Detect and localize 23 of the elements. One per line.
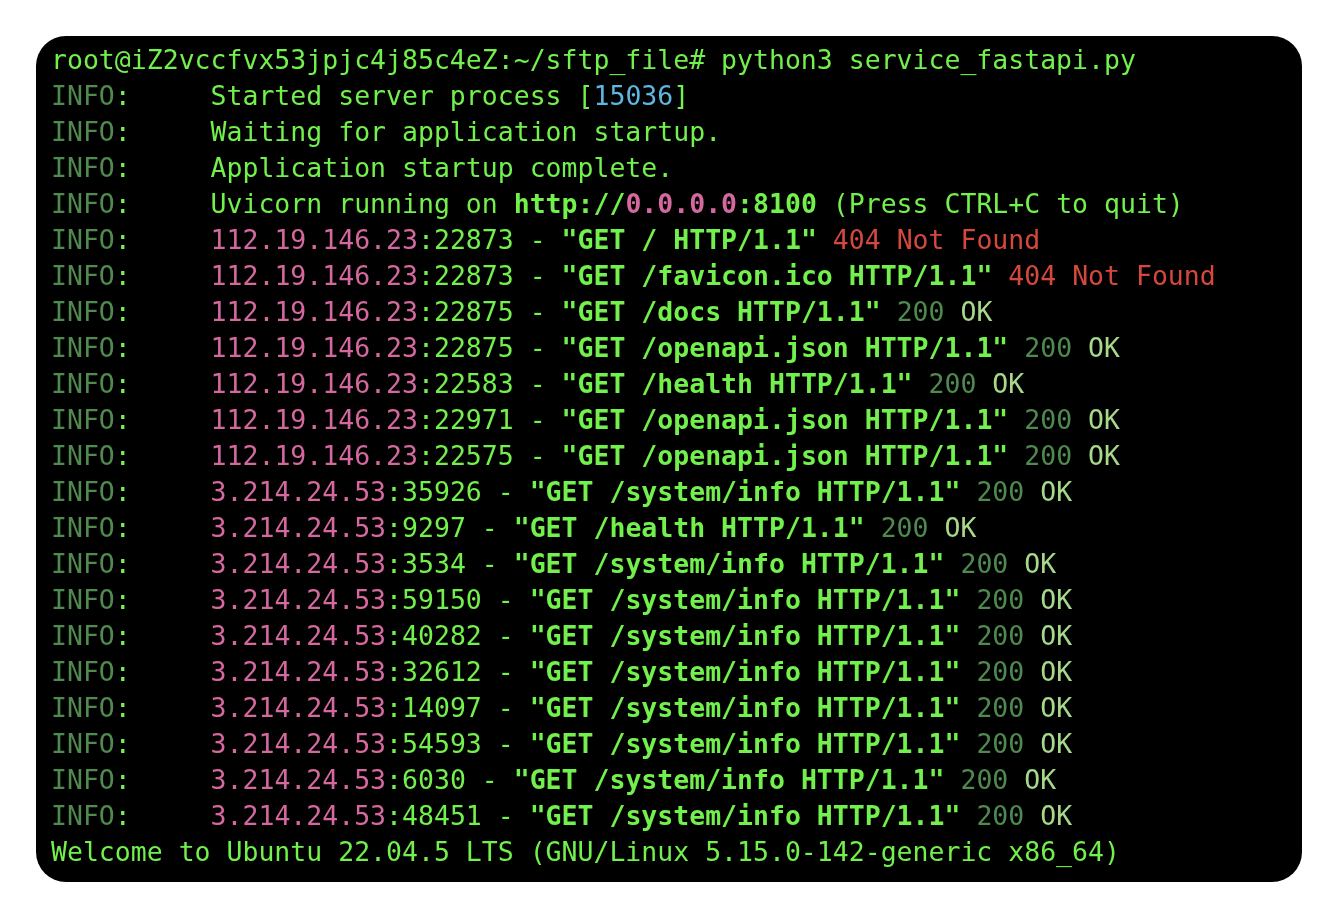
terminal-line: INFO: 3.214.24.53:32612 - "GET /system/info HTTP/1.1" 200 OK: [51, 655, 1073, 689]
terminal-line: INFO: 112.19.146.23:22873 - "GET /favicon.ico HTTP/1.1" 404 Not Found: [51, 259, 1216, 293]
terminal-line: Welcome to Ubuntu 22.04.5 LTS (GNU/Linux 5.15.0-142-generic x86_64): [51, 835, 1120, 869]
terminal-line: INFO: Started server process [15036]: [51, 79, 690, 113]
terminal-line: INFO: 3.214.24.53:54593 - "GET /system/info HTTP/1.1" 200 OK: [51, 727, 1073, 761]
terminal-line: INFO: 112.19.146.23:22873 - "GET / HTTP/1.1" 404 Not Found: [51, 223, 1041, 257]
terminal-line: INFO: 3.214.24.53:9297 - "GET /health HTTP/1.1" 200 OK: [51, 511, 977, 545]
terminal-line: INFO: 3.214.24.53:6030 - "GET /system/info HTTP/1.1" 200 OK: [51, 763, 1057, 797]
terminal-line: INFO: 3.214.24.53:14097 - "GET /system/info HTTP/1.1" 200 OK: [51, 691, 1073, 725]
terminal-line: INFO: 112.19.146.23:22575 - "GET /openapi.json HTTP/1.1" 200 OK: [51, 439, 1120, 473]
terminal-line: INFO: 3.214.24.53:3534 - "GET /system/info HTTP/1.1" 200 OK: [51, 547, 1057, 581]
terminal-line: INFO: 112.19.146.23:22875 - "GET /openapi.json HTTP/1.1" 200 OK: [51, 331, 1120, 365]
terminal-line: INFO: Uvicorn running on http://0.0.0.0:8100 (Press CTRL+C to quit): [51, 187, 1184, 221]
terminal-line: INFO: 3.214.24.53:40282 - "GET /system/info HTTP/1.1" 200 OK: [51, 619, 1073, 653]
terminal-line: INFO: 3.214.24.53:48451 - "GET /system/info HTTP/1.1" 200 OK: [51, 799, 1073, 833]
terminal-line: INFO: 3.214.24.53:35926 - "GET /system/info HTTP/1.1" 200 OK: [51, 475, 1073, 509]
terminal-line: INFO: 112.19.146.23:22971 - "GET /openapi.json HTTP/1.1" 200 OK: [51, 403, 1120, 437]
terminal-line: INFO: 112.19.146.23:22875 - "GET /docs HTTP/1.1" 200 OK: [51, 295, 993, 329]
terminal-line: INFO: Application startup complete.: [51, 151, 674, 185]
terminal-line: INFO: 112.19.146.23:22583 - "GET /health HTTP/1.1" 200 OK: [51, 367, 1025, 401]
terminal-line: INFO: Waiting for application startup.: [51, 115, 722, 149]
terminal-line: root@iZ2vccfvx53jpjc4j85c4eZ:~/sftp_file# python3 service_fastapi.py: [51, 43, 1136, 77]
terminal-line: INFO: 3.214.24.53:59150 - "GET /system/info HTTP/1.1" 200 OK: [51, 583, 1073, 617]
